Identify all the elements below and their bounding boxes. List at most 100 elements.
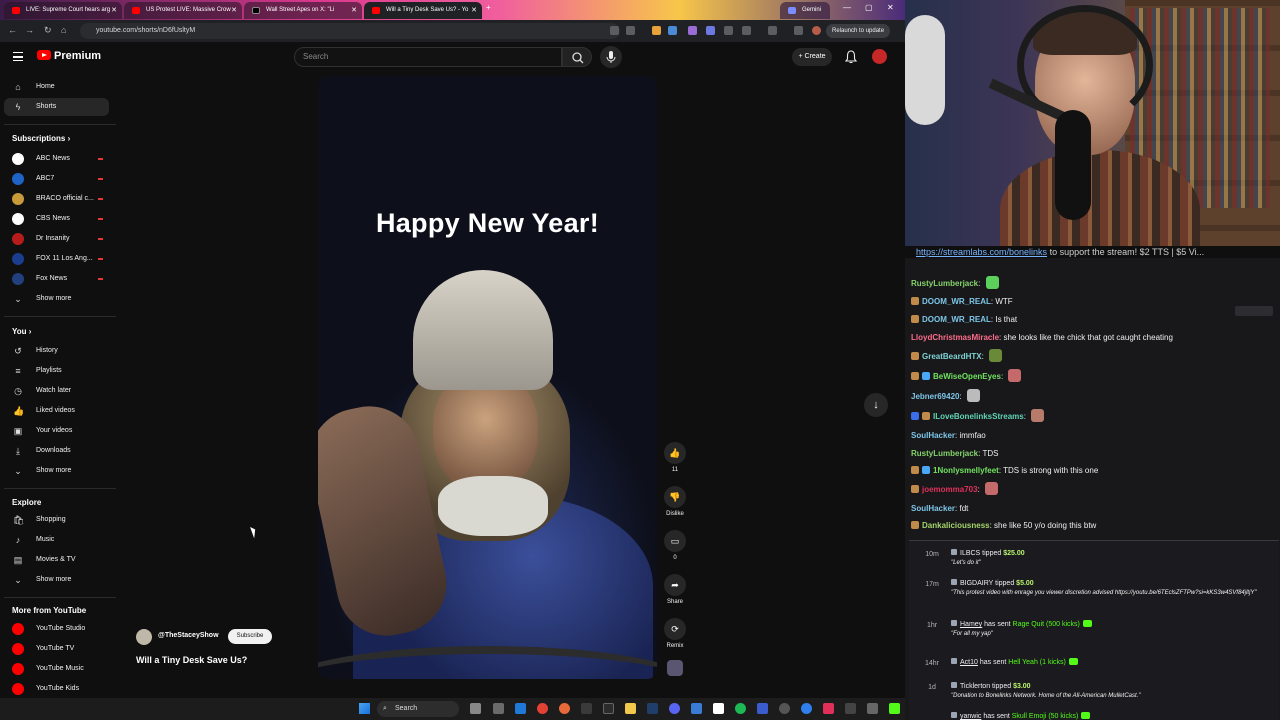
chat-username[interactable]: DOOM_WR_REAL bbox=[922, 315, 991, 324]
sidebar-item-subscription[interactable]: Fox News bbox=[4, 270, 109, 288]
share-icon[interactable]: ➦ bbox=[664, 574, 686, 596]
channel-avatar[interactable] bbox=[136, 629, 152, 645]
url-field[interactable]: youtube.com/shorts/nD6fUsltyM bbox=[80, 23, 620, 39]
sidebar-item-subscription[interactable]: CBS News bbox=[4, 210, 109, 228]
hamburger-menu-icon[interactable] bbox=[13, 52, 23, 61]
kick-icon[interactable] bbox=[889, 703, 900, 714]
remix-icon[interactable]: ⟳ bbox=[664, 618, 686, 640]
chat-username[interactable]: SoulHacker bbox=[911, 431, 955, 440]
taskbar-app-icon[interactable] bbox=[779, 703, 790, 714]
create-button[interactable]: + Create bbox=[792, 48, 832, 66]
sidebar-item-subscription[interactable]: ABC7 bbox=[4, 170, 109, 188]
sidebar-item-subscription[interactable]: FOX 11 Los Ang... bbox=[4, 250, 109, 268]
chat-username[interactable]: DOOM_WR_REAL bbox=[922, 297, 991, 306]
close-tab-icon[interactable]: ✕ bbox=[111, 2, 117, 19]
browser-tab[interactable]: LIVE: Supreme Court hears arg ✕ bbox=[4, 2, 122, 19]
chat-username[interactable]: RustyLumberjack bbox=[911, 279, 978, 288]
new-tab-icon[interactable]: + bbox=[486, 3, 491, 12]
sound-thumbnail-icon[interactable] bbox=[667, 660, 683, 676]
sidebar-item-history[interactable]: ↺ History bbox=[4, 342, 109, 360]
task-view-icon[interactable] bbox=[493, 703, 504, 714]
spotify-icon[interactable] bbox=[735, 703, 746, 714]
you-heading[interactable]: You › bbox=[12, 327, 31, 336]
forward-icon[interactable]: → bbox=[25, 25, 34, 35]
event-user[interactable]: Ticklerton bbox=[960, 683, 990, 690]
xbox-icon[interactable] bbox=[603, 703, 614, 714]
event-user[interactable]: BIGDAIRY bbox=[960, 580, 993, 587]
extension-icon[interactable] bbox=[668, 26, 677, 35]
sidebar-item-liked-videos[interactable]: 👍 Liked videos bbox=[4, 402, 109, 420]
file-explorer-icon[interactable] bbox=[625, 703, 636, 714]
sound-thumbnail[interactable] bbox=[663, 660, 687, 676]
edge-icon[interactable] bbox=[515, 703, 526, 714]
sidebar-item-downloads[interactable]: ⤓ Downloads bbox=[4, 442, 109, 460]
extension-icon[interactable] bbox=[706, 26, 715, 35]
chrome-icon[interactable] bbox=[537, 703, 548, 714]
back-icon[interactable]: ← bbox=[8, 25, 17, 35]
youtube-logo-text[interactable]: Premium bbox=[54, 50, 101, 62]
shorts-video-player[interactable]: Happy New Year! bbox=[318, 76, 657, 679]
subscriptions-heading[interactable]: Subscriptions › bbox=[12, 134, 70, 143]
install-icon[interactable] bbox=[610, 26, 619, 35]
account-avatar[interactable] bbox=[872, 49, 887, 64]
taskbar-app-icon[interactable] bbox=[757, 703, 768, 714]
extension-icon[interactable] bbox=[724, 26, 733, 35]
sidebar-toggle-icon[interactable] bbox=[768, 26, 777, 35]
extensions-puzzle-icon[interactable] bbox=[742, 26, 751, 35]
windows-start-icon[interactable] bbox=[359, 703, 370, 714]
profile-avatar[interactable] bbox=[812, 26, 821, 35]
bookmark-star-icon[interactable] bbox=[626, 26, 635, 35]
event-user[interactable]: yanwic bbox=[960, 713, 981, 720]
close-window-icon[interactable]: ✕ bbox=[887, 3, 894, 12]
search-input[interactable]: Search bbox=[294, 47, 562, 67]
sidebar-item-youtube-kids[interactable]: YouTube Kids bbox=[4, 680, 109, 698]
chat-username[interactable]: BeWiseOpenEyes bbox=[933, 372, 1001, 381]
taskbar-app-icon[interactable] bbox=[581, 703, 592, 714]
sidebar-item-home[interactable]: ⌂ Home bbox=[4, 78, 109, 96]
chat-username[interactable]: LloydChristmasMiracle bbox=[911, 333, 999, 342]
sidebar-item-watch-later[interactable]: ◷ Watch later bbox=[4, 382, 109, 400]
thumbs-up-icon[interactable]: 👍 bbox=[664, 442, 686, 464]
chat-username[interactable]: SoulHacker bbox=[911, 504, 955, 513]
sidebar-item-shopping[interactable]: 🛍 Shopping bbox=[4, 511, 109, 529]
sidebar-item-playlists[interactable]: ≡ Playlists bbox=[4, 362, 109, 380]
close-tab-icon[interactable]: ✕ bbox=[351, 2, 357, 19]
home-browser-icon[interactable]: ⌂ bbox=[61, 25, 66, 35]
search-button[interactable] bbox=[562, 47, 592, 67]
short-title[interactable]: Will a Tiny Desk Save Us? bbox=[136, 655, 247, 665]
minimize-icon[interactable]: — bbox=[843, 3, 851, 12]
taskbar-app-icon[interactable] bbox=[801, 703, 812, 714]
taskbar-app-icon[interactable] bbox=[823, 703, 834, 714]
ticker-link[interactable]: https://streamlabs.com/bonelinks bbox=[916, 247, 1047, 257]
chat-username[interactable]: joemomma703 bbox=[922, 485, 978, 494]
browser-tab-active[interactable]: Will a Tiny Desk Save Us? - Yo ✕ bbox=[364, 2, 482, 19]
chat-username[interactable]: Jebner69420 bbox=[911, 392, 959, 401]
extension-icon[interactable] bbox=[688, 26, 697, 35]
obs-icon[interactable] bbox=[713, 703, 724, 714]
thumbs-down-icon[interactable]: 👎 bbox=[664, 486, 686, 508]
comment-icon[interactable]: ▭ bbox=[664, 530, 686, 552]
reload-icon[interactable]: ↻ bbox=[44, 25, 52, 36]
sidebar-item-youtube-music[interactable]: YouTube Music bbox=[4, 660, 109, 678]
next-short-button[interactable]: ↓ bbox=[864, 393, 888, 417]
sidebar-item-subscription[interactable]: ABC News bbox=[4, 150, 109, 168]
downloads-browser-icon[interactable] bbox=[794, 26, 803, 35]
sidebar-item-youtube-studio[interactable]: YouTube Studio bbox=[4, 620, 109, 638]
remix-action[interactable]: ⟳ Remix bbox=[663, 618, 687, 649]
taskbar-app-icon[interactable] bbox=[845, 703, 856, 714]
taskbar-app-icon[interactable] bbox=[867, 703, 878, 714]
discord-icon[interactable] bbox=[669, 703, 680, 714]
sidebar-item-your-videos[interactable]: ▣ Your videos bbox=[4, 422, 109, 440]
event-user[interactable]: Hamey bbox=[960, 621, 982, 628]
sidebar-item-youtube-tv[interactable]: YouTube TV bbox=[4, 640, 109, 658]
sidebar-item-subscription[interactable]: Dr Insanity bbox=[4, 230, 109, 248]
dislike-action[interactable]: 👎 Dislike bbox=[663, 486, 687, 517]
taskbar-app-icon[interactable] bbox=[691, 703, 702, 714]
sidebar-item-show-more[interactable]: ⌄ Show more bbox=[4, 462, 109, 480]
channel-name[interactable]: @TheStaceyShow bbox=[158, 632, 219, 639]
event-user[interactable]: ILBCS bbox=[960, 550, 980, 557]
sidebar-item-show-more[interactable]: ⌄ Show more bbox=[4, 571, 109, 589]
sidebar-item-show-more[interactable]: ⌄ Show more bbox=[4, 290, 109, 308]
sidebar-item-movies-tv[interactable]: ▤ Movies & TV bbox=[4, 551, 109, 569]
maximize-icon[interactable]: ▢ bbox=[865, 3, 873, 12]
